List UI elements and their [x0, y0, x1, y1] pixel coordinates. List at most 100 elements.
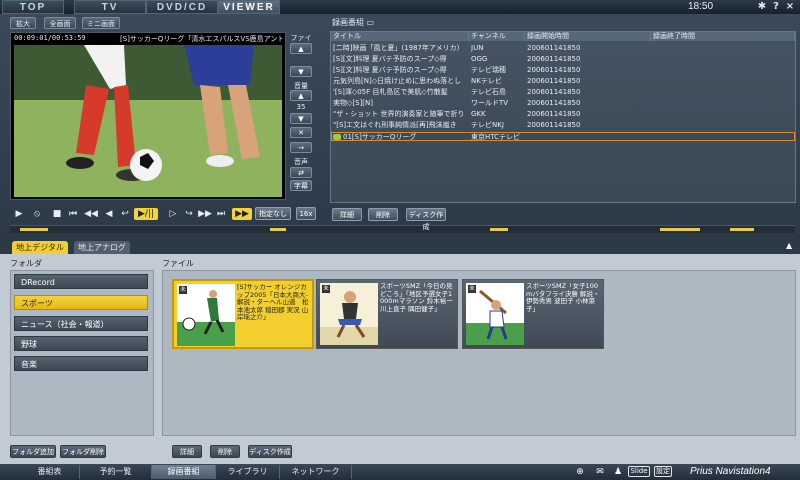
fullscreen-button[interactable]: 全画面	[44, 17, 76, 29]
person-icon[interactable]: ♟	[612, 466, 624, 478]
seek-bar[interactable]	[10, 225, 795, 233]
table-row[interactable]: [S][文]料理 夏バテ予防のスープ◇得 テレビ瑞穂 200601141850	[331, 66, 795, 75]
file-description: [S]サッカー オレンジカップ2005「日本大商大-解説・ターヘル山道 松本池太…	[237, 284, 309, 321]
tab-viewer[interactable]: VIEWER	[218, 0, 280, 14]
zoom-button[interactable]: 拡大	[10, 17, 36, 29]
tab-dvd-cd[interactable]: DVD/CD	[146, 0, 218, 14]
table-row[interactable]: [S][文]料理 夏バテ予防のスープ◇得 OGG 200601141850	[331, 55, 795, 64]
folder-item-music[interactable]: 音楽	[14, 356, 148, 371]
file-header: ファイル	[162, 259, 194, 268]
unwatched-badge: 未	[322, 285, 330, 293]
nav-recorded[interactable]: 録画番組	[152, 465, 216, 479]
fast-forward-icon[interactable]: ▶▶	[198, 208, 212, 220]
globe-icon[interactable]: ⊕	[574, 466, 586, 478]
cell-channel: GKK	[471, 110, 486, 118]
timeline-segment	[660, 228, 700, 231]
column-end[interactable]: 録画終了時間	[651, 32, 795, 41]
mute-button[interactable]: ✕	[290, 127, 312, 138]
cell-start: 200601141850	[527, 44, 581, 52]
table-row[interactable]: "[S]エ文はぐれ刑事純情派[再]飛沫嵐き テレビNKJ 20060114185…	[331, 121, 795, 130]
stop-icon[interactable]: ■	[50, 208, 64, 220]
folder-item-news[interactable]: ニュース（社会・報道）	[14, 316, 148, 331]
column-title[interactable]: タイトル	[331, 32, 469, 41]
nav-program-guide[interactable]: 番組表	[20, 465, 80, 479]
table-row[interactable]: "ザ・ショット 世界的演奏家と随筆で折り GKK 200601141850	[331, 110, 795, 119]
skip-back-icon[interactable]: ⏮	[66, 208, 80, 220]
folder-item-drecord[interactable]: DRecord	[14, 274, 148, 289]
file-description: スポーツSMZ「今日の見どころ」「地区予選女子1000mマラソン 鈴木裕一 川上…	[380, 283, 453, 313]
disc-create-button[interactable]: ディスク作成	[406, 208, 446, 231]
close-icon[interactable]: ×	[784, 1, 796, 13]
table-row[interactable]: 実物◇[S][N] ワールドTV 200601141850	[331, 99, 795, 108]
clock: 18:50	[688, 1, 714, 12]
delete-folder-button[interactable]: フォルダ削除	[60, 445, 106, 458]
speed-button[interactable]: 16x	[296, 207, 316, 220]
cell-title: [二時]映画「風と夏」(1987年アメリカ)	[333, 44, 460, 52]
cell-start: 200601141850	[527, 55, 581, 63]
audio-button[interactable]: ⇄	[290, 167, 312, 178]
add-folder-button[interactable]: フォルダ追加	[10, 445, 56, 458]
record-off-icon[interactable]: ⦸	[30, 208, 44, 220]
play-icon[interactable]: ▶	[12, 208, 26, 220]
cell-title: [S][文]料理 夏バテ予防のスープ◇得	[333, 55, 447, 63]
cell-start: 200601141850	[527, 99, 581, 107]
audio-label: 音声	[294, 158, 308, 166]
rewind-icon[interactable]: ◀◀	[84, 208, 98, 220]
nav-library[interactable]: ライブラリ	[216, 465, 280, 479]
collapse-icon[interactable]: ▲	[786, 241, 792, 250]
timecode: 00:09:01/00:53:59	[14, 34, 86, 42]
replay-icon[interactable]: ↩	[118, 208, 132, 220]
tab-terrestrial-analog[interactable]: 地上アナログ	[74, 241, 130, 254]
delete-button[interactable]: 削除	[368, 208, 398, 221]
table-row[interactable]: '[S]渾◇05F 目札島区で美肌◇竹散髪 テレビ石島 200601141850	[331, 88, 795, 97]
volume-up-button[interactable]: ▲	[290, 90, 312, 101]
table-row-selected[interactable]: 01[S]サッカーQリーグ 東京HTCテレビ	[331, 132, 795, 141]
nav-reservations[interactable]: 予約一覧	[80, 465, 152, 479]
skip-forward-icon[interactable]: ⏭	[214, 208, 228, 220]
tab-tv[interactable]: TV	[74, 0, 146, 14]
settings-button[interactable]: 設定	[654, 466, 672, 477]
mode-select[interactable]: 指定なし	[255, 207, 291, 220]
subtitle-button[interactable]: 字幕	[290, 180, 312, 191]
cell-start: 200601141850	[527, 77, 581, 85]
mode-icon[interactable]: ▶▶	[232, 208, 252, 220]
table-row[interactable]: [二時]映画「風と夏」(1987年アメリカ) JUN 200601141850	[331, 44, 795, 53]
cell-title: "[S]エ文はぐれ刑事純情派[再]飛沫嵐き	[333, 121, 457, 129]
nav-network[interactable]: ネットワーク	[280, 465, 352, 479]
audio-output-button[interactable]: →	[290, 142, 312, 153]
file-card[interactable]: 未 [S]サッカー オレンジカップ2005「日本大商大-解説・ターヘル山道 松本…	[172, 279, 314, 349]
skip-icon[interactable]: ↪	[182, 208, 196, 220]
file-card[interactable]: 未 スポーツSMZ「今日の見どころ」「地区予選女子1000mマラソン 鈴木裕一 …	[316, 279, 458, 349]
cell-start: 200601141850	[527, 66, 581, 74]
folder-item-baseball[interactable]: 野球	[14, 336, 148, 351]
slow-icon[interactable]: ▷	[166, 208, 180, 220]
tab-terrestrial-digital[interactable]: 地上デジタル	[12, 241, 68, 254]
folder-item-sports[interactable]: スポーツ	[14, 295, 148, 310]
help-icon[interactable]: ?	[770, 1, 782, 13]
details-button[interactable]: 詳細	[332, 208, 362, 221]
file-down-button[interactable]: ▼	[290, 66, 312, 77]
file-card[interactable]: 未 スポーツSMZ「女子100mバタフライ決勝 解説・伊勢秀男 波田子 小林菜子…	[462, 279, 604, 349]
mail-icon[interactable]: ✉	[594, 466, 606, 478]
cell-channel: OGG	[471, 55, 488, 63]
file-up-button[interactable]: ▲	[290, 43, 312, 54]
column-channel[interactable]: チャンネル	[469, 32, 525, 41]
cell-channel: ワールドTV	[471, 99, 509, 107]
tab-top[interactable]: TOP	[2, 0, 64, 14]
column-start[interactable]: 録画開始時間	[525, 32, 651, 41]
slide-button[interactable]: Slide	[628, 466, 650, 477]
file-details-button[interactable]: 詳細	[172, 445, 202, 458]
unwatched-badge: 未	[179, 286, 187, 294]
step-back-icon[interactable]: ◀	[102, 208, 116, 220]
cell-channel: テレビ石島	[471, 88, 506, 96]
table-row[interactable]: 元気列島[N]◇日焼け止めに思わぬ落とし NKテレビ 200601141850	[331, 77, 795, 86]
video-title: [S]サッカーQリーグ「清水エスパルスVS鹿島アントラーズ」	[120, 35, 282, 43]
cell-title: '[S]渾◇05F 目札島区で美肌◇竹散髪	[333, 88, 448, 96]
recordings-table: タイトル チャンネル 録画開始時間 録画終了時間 [二時]映画「風と夏」(198…	[330, 31, 796, 203]
file-delete-button[interactable]: 削除	[210, 445, 240, 458]
file-disc-create-button[interactable]: ディスク作成	[248, 445, 292, 458]
play-pause-button[interactable]: ▶/||	[134, 208, 158, 220]
settings-icon[interactable]: ✱	[756, 1, 768, 13]
volume-down-button[interactable]: ▼	[290, 113, 312, 124]
mini-screen-button[interactable]: ミニ画面	[82, 17, 120, 29]
